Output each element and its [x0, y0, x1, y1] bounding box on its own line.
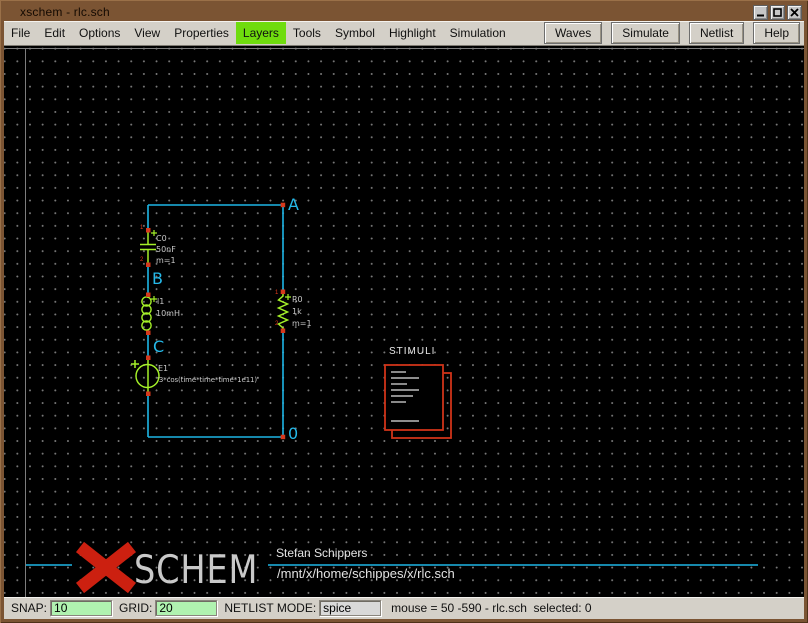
simulate-button[interactable]: Simulate: [611, 22, 680, 44]
menu-edit[interactable]: Edit: [37, 22, 72, 44]
resistor-multiplier[interactable]: m=1: [292, 319, 312, 328]
menu-options[interactable]: Options: [72, 22, 127, 44]
net-label-A[interactable]: A: [288, 195, 299, 214]
minimize-button[interactable]: [753, 5, 768, 20]
menu-action-buttons: Waves Simulate Netlist Help: [544, 22, 800, 44]
logo-author: Stefan Schippers: [276, 546, 367, 560]
schematic-graphics: [4, 46, 804, 597]
menu-properties[interactable]: Properties: [167, 22, 236, 44]
capacitor-multiplier[interactable]: m=1: [156, 256, 176, 265]
menu-view[interactable]: View: [127, 22, 167, 44]
inductor-symbol[interactable]: [142, 295, 151, 333]
capacitor-name[interactable]: C0: [156, 234, 167, 243]
stimuli-block[interactable]: [385, 365, 451, 438]
waves-button[interactable]: Waves: [544, 22, 602, 44]
source-expression[interactable]: '3*cos(time*time*time*1e11)': [157, 376, 259, 384]
grid-input[interactable]: [155, 600, 217, 616]
netlist-button[interactable]: Netlist: [689, 22, 744, 44]
titlebar[interactable]: xschem - rlc.sch: [4, 3, 804, 21]
xschem-window: xschem - rlc.sch File Edit Options View …: [0, 0, 808, 623]
net-label-0[interactable]: 0: [288, 424, 298, 443]
close-icon: [789, 7, 800, 18]
stimuli-title: STIMULI: [389, 346, 435, 357]
resistor-value[interactable]: 1k: [292, 307, 302, 316]
xschem-logo-x-icon: [80, 547, 132, 588]
schematic-file-path: /mnt/x/home/schippes/x/rlc.sch: [277, 566, 455, 581]
netlist-mode-input[interactable]: [319, 600, 381, 616]
menubar: File Edit Options View Properties Layers…: [4, 21, 804, 46]
resistor-pin-1: 1: [275, 290, 278, 296]
menu-layers[interactable]: Layers: [236, 22, 286, 44]
close-button[interactable]: [787, 5, 802, 20]
snap-label: SNAP:: [11, 601, 47, 615]
menu-file[interactable]: File: [4, 22, 37, 44]
window-controls: [753, 5, 802, 20]
net-label-C[interactable]: C: [153, 337, 164, 356]
polarity-plus-icon: [151, 230, 291, 302]
minimize-icon: [755, 7, 766, 18]
inductor-name[interactable]: l1: [157, 297, 164, 306]
menu-simulation[interactable]: Simulation: [443, 22, 513, 44]
menu-highlight[interactable]: Highlight: [382, 22, 443, 44]
resistor-pin-2: 2: [275, 321, 278, 327]
maximize-button[interactable]: [770, 5, 785, 20]
statusbar: SNAP: GRID: NETLIST MODE: mouse = 50 -59…: [4, 597, 804, 619]
net-label-B[interactable]: B: [152, 269, 163, 288]
resistor-symbol[interactable]: [279, 292, 288, 331]
netlist-mode-label: NETLIST MODE:: [224, 601, 316, 615]
snap-input[interactable]: [50, 600, 112, 616]
schematic-canvas[interactable]: A B C 0 C0 50nF m=1 1 2 l1 10mH E1 '3*co…: [4, 46, 804, 597]
capacitor-value[interactable]: 50nF: [156, 245, 176, 254]
wire-net[interactable]: [148, 205, 283, 437]
window-title: xschem - rlc.sch: [20, 5, 110, 19]
inductor-value[interactable]: 10mH: [156, 309, 180, 318]
maximize-icon: [772, 7, 783, 18]
xschem-logo-text: SCHEM: [134, 551, 258, 590]
help-button[interactable]: Help: [753, 22, 800, 44]
resistor-name[interactable]: R0: [292, 295, 303, 304]
pin-marker[interactable]: [146, 203, 285, 440]
capacitor-pin-2: 2: [140, 257, 143, 263]
menu-symbol[interactable]: Symbol: [328, 22, 382, 44]
menu-tools[interactable]: Tools: [286, 22, 328, 44]
grid-label: GRID:: [119, 601, 152, 615]
voltage-source-symbol[interactable]: [131, 358, 159, 394]
source-name[interactable]: E1: [158, 364, 168, 373]
mouse-coordinates-status: mouse = 50 -590 - rlc.sch selected: 0: [391, 601, 591, 615]
capacitor-pin-1: 1: [140, 225, 143, 231]
